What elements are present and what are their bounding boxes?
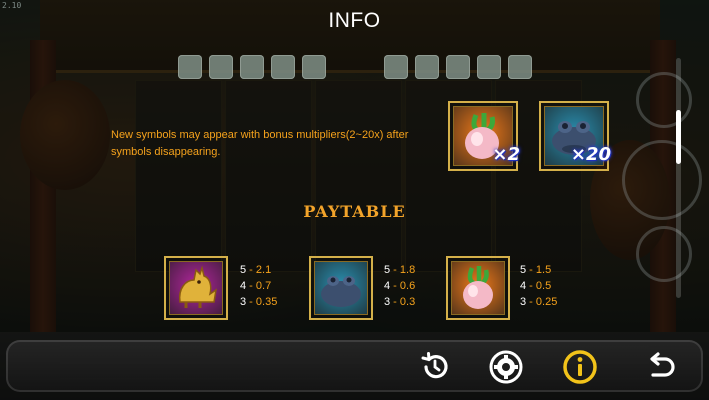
return-arrow-icon — [650, 352, 675, 377]
pays-radish: 5 - 1.5 4 - 0.5 3 - 0.25 — [520, 264, 558, 308]
page-indicator-left — [178, 55, 326, 79]
pays-rooster: 5 - 2.1 4 - 0.7 3 - 0.35 — [240, 264, 278, 308]
symbol-tile-rooster — [164, 256, 228, 320]
info-icon — [563, 350, 597, 384]
paytable-heading: PAYTABLE — [303, 202, 406, 221]
page-indicator-right-dot-1[interactable] — [384, 55, 408, 79]
bonus-description: New symbols may appear with bonus multip… — [111, 129, 409, 158]
radish-icon — [463, 266, 493, 309]
page-indicator-left-dot-4[interactable] — [271, 55, 295, 79]
settings-button[interactable] — [486, 347, 526, 387]
game-info-screen: 2.10 INFO New symbols may appear with bo… — [0, 0, 709, 400]
multiplier-label: ×20 — [570, 144, 611, 165]
page-indicator-left-dot-1[interactable] — [178, 55, 202, 79]
symbol-tile-toad — [309, 256, 373, 320]
symbol-tile-radish — [446, 256, 510, 320]
gear-icon — [489, 350, 523, 384]
page-indicator-right-dot-4[interactable] — [477, 55, 501, 79]
spin-button-shadow — [622, 140, 702, 220]
page-indicator-right-dot-5[interactable] — [508, 55, 532, 79]
coin-stack-icon — [636, 72, 692, 128]
info-button[interactable] — [560, 347, 600, 387]
page-indicator-right-dot-2[interactable] — [415, 55, 439, 79]
multiplier-label: ×2 — [492, 144, 520, 165]
scrollbar-thumb[interactable] — [676, 110, 681, 165]
page-indicator-right — [384, 55, 532, 79]
scrollbar-track[interactable] — [676, 58, 681, 298]
page-title: INFO — [328, 9, 381, 32]
bonus-tile-radish: ×2 — [448, 101, 520, 171]
history-button[interactable] — [415, 347, 455, 387]
page-indicator-left-dot-3[interactable] — [240, 55, 264, 79]
golden-rooster-icon — [178, 265, 218, 308]
autoplay-icon — [636, 226, 692, 282]
page-indicator-right-dot-3[interactable] — [446, 55, 470, 79]
pays-toad: 5 - 1.8 4 - 0.6 3 - 0.3 — [384, 264, 416, 308]
page-indicator-left-dot-5[interactable] — [302, 55, 326, 79]
back-button[interactable] — [640, 347, 680, 387]
toad-icon — [321, 276, 361, 307]
bonus-tile-toad: ×20 — [539, 101, 611, 171]
page-indicator-left-dot-2[interactable] — [209, 55, 233, 79]
history-icon — [421, 352, 448, 379]
